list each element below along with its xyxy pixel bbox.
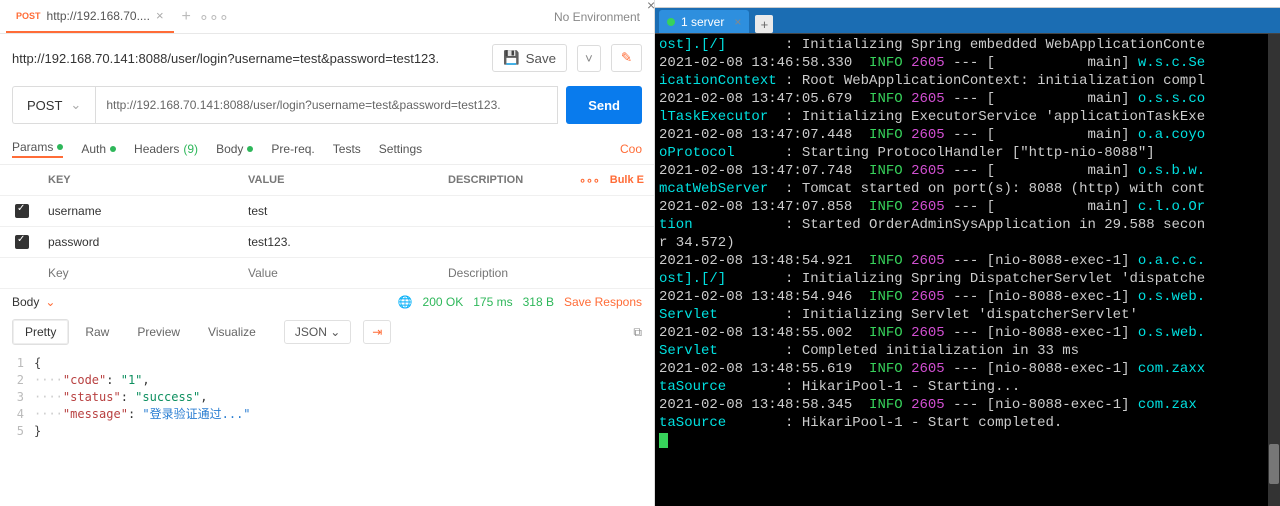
table-row-empty bbox=[0, 258, 654, 289]
param-value-input[interactable] bbox=[248, 204, 444, 218]
save-label: Save bbox=[526, 51, 556, 66]
chevron-down-icon: ⌄ bbox=[70, 97, 81, 113]
save-response-link[interactable]: Save Respons bbox=[564, 295, 642, 309]
save-icon: 💾 bbox=[503, 50, 520, 66]
params-table: KEY VALUE DESCRIPTION ∘∘∘ Bulk E bbox=[0, 164, 654, 289]
close-icon[interactable]: × bbox=[734, 15, 741, 29]
chevron-down-icon: ⌄ bbox=[45, 295, 55, 309]
param-key-input[interactable] bbox=[48, 235, 244, 249]
close-icon[interactable]: × bbox=[156, 8, 164, 23]
tab-tests[interactable]: Tests bbox=[333, 142, 361, 156]
terminal-tab-label: 1 server bbox=[681, 15, 724, 29]
save-button[interactable]: 💾 Save bbox=[492, 44, 567, 72]
url-input[interactable] bbox=[95, 86, 558, 124]
method-label: POST bbox=[27, 98, 62, 113]
terminal-tabs: 1 server × + bbox=[655, 8, 1280, 34]
status-dot-icon bbox=[57, 144, 63, 150]
param-value-input[interactable] bbox=[248, 266, 444, 280]
table-row bbox=[0, 196, 654, 227]
http-method-select[interactable]: POST ⌄ bbox=[12, 86, 95, 124]
pencil-icon: ✎ bbox=[621, 50, 632, 65]
url-title-row: http://192.168.70.141:8088/user/login?us… bbox=[0, 34, 654, 82]
param-key-input[interactable] bbox=[48, 204, 244, 218]
param-value-input[interactable] bbox=[248, 235, 444, 249]
response-view-tabs: Pretty Raw Preview Visualize JSON ⌄ ⇥ ⧉ bbox=[0, 315, 654, 351]
tab-params[interactable]: Params bbox=[12, 140, 63, 158]
postman-pane: POST http://192.168.70.... × + ∘∘∘ No En… bbox=[0, 0, 655, 506]
more-icon[interactable]: ∘∘∘ bbox=[199, 7, 229, 27]
more-icon[interactable]: ∘∘∘ bbox=[579, 174, 600, 187]
close-icon[interactable]: × bbox=[647, 0, 655, 13]
request-subtabs: Params Auth Headers (9) Body Pre-req. Te… bbox=[0, 134, 654, 164]
tab-settings[interactable]: Settings bbox=[379, 142, 422, 156]
format-select[interactable]: JSON ⌄ bbox=[284, 320, 351, 344]
tab-pretty[interactable]: Pretty bbox=[12, 319, 69, 345]
param-desc-input[interactable] bbox=[448, 266, 654, 280]
chevron-down-icon: ⌄ bbox=[330, 325, 340, 339]
param-desc-input[interactable] bbox=[448, 204, 654, 218]
col-key: KEY bbox=[44, 174, 244, 186]
edit-button[interactable]: ✎ bbox=[611, 44, 642, 72]
param-key-input[interactable] bbox=[48, 266, 244, 280]
save-dropdown[interactable]: ˅ bbox=[577, 45, 601, 72]
col-desc: DESCRIPTION bbox=[444, 174, 579, 186]
params-header-row: KEY VALUE DESCRIPTION ∘∘∘ Bulk E bbox=[0, 165, 654, 196]
environment-select[interactable]: No Environment bbox=[554, 10, 648, 24]
tabs-bar: POST http://192.168.70.... × + ∘∘∘ No En… bbox=[0, 0, 654, 34]
plus-icon[interactable]: + bbox=[755, 15, 773, 33]
param-desc-input[interactable] bbox=[448, 235, 654, 249]
status-size: 318 B bbox=[523, 295, 554, 309]
bulk-edit-link[interactable]: Bulk E bbox=[610, 174, 644, 186]
plus-icon[interactable]: + bbox=[182, 8, 191, 26]
response-body-select[interactable]: Body ⌄ bbox=[12, 295, 55, 309]
globe-icon[interactable]: 🌐 bbox=[398, 295, 413, 309]
request-title: http://192.168.70.141:8088/user/login?us… bbox=[12, 51, 482, 66]
terminal-pane: × 1 server × + ost].[/] : Initializing S… bbox=[655, 0, 1280, 506]
copy-icon[interactable]: ⧉ bbox=[633, 325, 642, 340]
request-tab[interactable]: POST http://192.168.70.... × bbox=[6, 0, 174, 33]
scrollbar[interactable] bbox=[1268, 34, 1280, 506]
tab-label: http://192.168.70.... bbox=[47, 9, 150, 23]
tab-raw[interactable]: Raw bbox=[73, 320, 121, 344]
tab-method: POST bbox=[16, 11, 41, 21]
tab-prereq[interactable]: Pre-req. bbox=[271, 142, 314, 156]
checkbox[interactable] bbox=[15, 235, 29, 249]
tab-auth[interactable]: Auth bbox=[81, 142, 116, 156]
tab-headers[interactable]: Headers (9) bbox=[134, 142, 198, 156]
table-row bbox=[0, 227, 654, 258]
scrollbar-thumb[interactable] bbox=[1269, 444, 1279, 484]
tab-visualize[interactable]: Visualize bbox=[196, 320, 268, 344]
send-button[interactable]: Send bbox=[566, 86, 642, 124]
method-url-row: POST ⌄ Send bbox=[0, 82, 654, 134]
col-value: VALUE bbox=[244, 174, 444, 186]
wrap-icon[interactable]: ⇥ bbox=[363, 320, 391, 344]
response-code: 1{ 2····"code": "1", 3····"status": "suc… bbox=[0, 351, 654, 440]
checkbox[interactable] bbox=[15, 204, 29, 218]
response-bar: Body ⌄ 🌐 200 OK 175 ms 318 B Save Respon… bbox=[0, 289, 654, 315]
status-dot-icon bbox=[110, 146, 116, 152]
header-count: (9) bbox=[183, 142, 198, 156]
status-time: 175 ms bbox=[473, 295, 512, 309]
chevron-down-icon: ˅ bbox=[585, 51, 593, 66]
terminal-body[interactable]: ost].[/] : Initializing Spring embedded … bbox=[655, 34, 1280, 506]
status-code: 200 OK bbox=[423, 295, 464, 309]
tab-preview[interactable]: Preview bbox=[125, 320, 192, 344]
tab-body[interactable]: Body bbox=[216, 142, 253, 156]
terminal-tab[interactable]: 1 server × bbox=[659, 10, 749, 33]
cookies-link[interactable]: Coo bbox=[620, 142, 642, 156]
status-dot-icon bbox=[667, 18, 675, 26]
status-dot-icon bbox=[247, 146, 253, 152]
